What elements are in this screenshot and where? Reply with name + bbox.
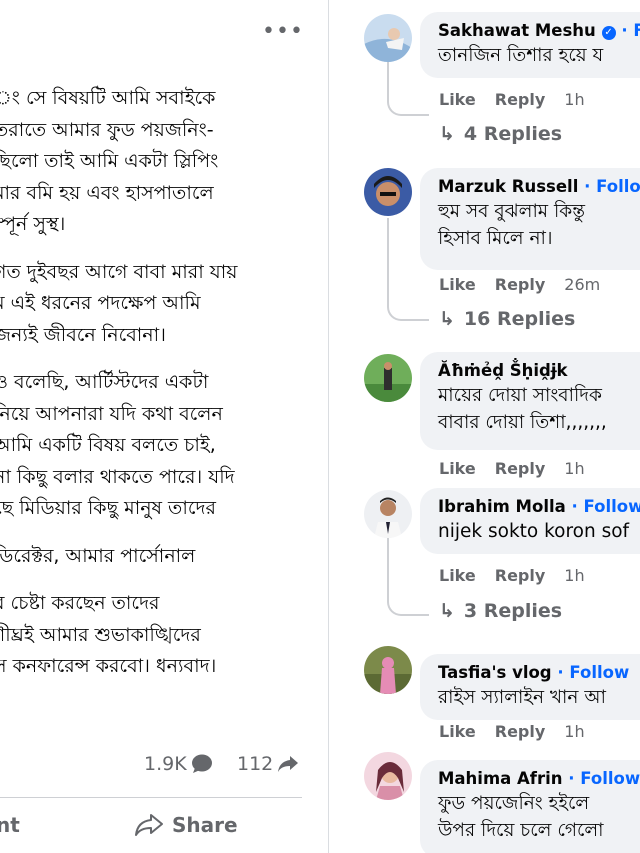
comment-action-label: nt [0, 813, 20, 837]
reply-arrow-icon: ↳ [439, 308, 455, 330]
follow-button[interactable]: Fo [633, 21, 640, 40]
comment-text: হিসাব মিলে না। [438, 228, 553, 249]
comment-text: রাইস স্যালাইন খান আ [438, 687, 606, 708]
comment-count[interactable]: 1.9K [144, 753, 213, 775]
comment-text: উপর দিয়ে চলে গেলো [438, 820, 604, 841]
verified-badge-icon: ✓ [601, 26, 616, 40]
comment-bubble: Ibrahim Molla · Follow nijek sokto koron… [420, 488, 640, 554]
comment-actions: Like Reply 1h [439, 90, 585, 109]
like-button[interactable]: Like [439, 275, 476, 294]
reply-button[interactable]: Reply [495, 459, 546, 478]
post-text-line: আমি একটি বিষয় বলতে চাই, [0, 434, 216, 456]
comment-actions: Like Reply 1h [439, 566, 585, 585]
share-action-label: Share [172, 813, 238, 837]
comment-actions: Like Reply 26m [439, 275, 600, 294]
avatar[interactable] [364, 490, 412, 538]
view-replies-button[interactable]: ↳ 3 Replies [439, 600, 562, 622]
reply-button[interactable]: Reply [495, 566, 546, 585]
avatar[interactable] [364, 752, 412, 800]
avatar[interactable] [364, 354, 412, 402]
post-text-line: গত দুইবছর আগে বাবা মারা যায় [0, 260, 238, 283]
view-replies-button[interactable]: ↳ 16 Replies [439, 308, 575, 330]
comment-bubble: Mahima Afrin · Follow ফুড পয়জেনিং হইলে … [420, 760, 640, 853]
comment-text: ফুড পয়জেনিং হইলে [438, 793, 590, 814]
commenter-name[interactable]: Marzuk Russell [438, 177, 578, 196]
post-text-line: নিয়ে আপনারা যদি কথা বলেন [0, 402, 223, 425]
comment-action-button[interactable]: nt [0, 813, 20, 837]
more-options-icon[interactable]: ••• [262, 21, 304, 43]
comment-actions: Like Reply 1h [439, 459, 585, 478]
reply-arrow-icon: ↳ [439, 600, 455, 622]
share-count-label: 112 [237, 753, 274, 775]
replies-count: 16 Replies [463, 308, 576, 330]
action-divider [0, 797, 302, 798]
post-text-line: ং সে বিষয়টি আমি সবাইকে [0, 87, 216, 109]
commenter-name[interactable]: Tasfia's vlog [438, 663, 552, 682]
commenter-name[interactable]: Sakhawat Meshu [438, 21, 596, 40]
post-stats: 1.9K 112 [0, 753, 328, 783]
comment-text: তানজিন তিশার হয়ে য [438, 45, 604, 66]
comment-bubble: Marzuk Russell · Follow হুম সব বুঝলাম কি… [420, 168, 640, 270]
like-button[interactable]: Like [439, 459, 476, 478]
share-action-button[interactable]: Share [134, 813, 238, 837]
like-button[interactable]: Like [439, 90, 476, 109]
commenter-name[interactable]: Ăħṁẻḓ Ṧḥiḓɉk [438, 361, 567, 380]
reply-arrow-icon: ↳ [439, 123, 455, 145]
follow-button[interactable]: Follow [584, 497, 640, 516]
comment-bubble-icon [191, 754, 212, 773]
reply-button[interactable]: Reply [495, 722, 546, 741]
share-count[interactable]: 112 [237, 753, 299, 775]
post-text-line: জন্যই জীবনে নিবোনা। [0, 323, 166, 346]
post-text-line: স কনফারেন্স করবো। ধন্যবাদ। [0, 655, 217, 677]
comment-bubble: Sakhawat Meshu ✓ · Fo তানজিন তিশার হয়ে … [420, 12, 640, 78]
commenter-name[interactable]: Mahima Afrin [438, 769, 563, 788]
post-text-line: র চেষ্টা করছেন তাদের [0, 592, 160, 614]
post-text-line: মার বমি হয় এবং হাসপাতালে [0, 181, 214, 204]
comment-text: হুম সব বুঝলাম কিন্তু [438, 201, 585, 222]
reply-button[interactable]: Reply [495, 275, 546, 294]
post-body: ং সে বিষয়টি আমি সবাইকে তরাতে আমার ফুড পয… [0, 83, 324, 683]
comment-actions: Like Reply 1h [439, 722, 585, 741]
post-text-line: তরাতে আমার ফুড পয়জনিং- [0, 118, 214, 141]
comment-text: মায়ের দোয়া সাংবাদিক [438, 385, 602, 406]
commenter-name[interactable]: Ibrahim Molla [438, 497, 566, 516]
share-arrow-icon [278, 756, 299, 772]
reply-thread-line [387, 62, 429, 116]
post-panel: ••• ং সে বিষয়টি আমি সবাইকে তরাতে আমার ফু… [0, 0, 329, 853]
post-text-line: ডিরেক্টর, আমার পার্সোনাল [0, 544, 196, 567]
like-button[interactable]: Like [439, 566, 476, 585]
post-text-line: শীঘ্রই আমার শুভাকাঙ্খিদের [0, 623, 201, 646]
comment-time[interactable]: 1h [564, 566, 584, 585]
comment-bubble: Tasfia's vlog · Follow রাইস স্যালাইন খান… [420, 654, 640, 720]
avatar[interactable] [364, 14, 412, 62]
post-text-line: ছিলো তাই আমি একটা স্লিপিং [0, 150, 219, 172]
post-text-line: ছে মিডিয়ার কিছু মানুষ তাদের [0, 497, 216, 519]
reply-thread-line [387, 218, 429, 321]
post-text-line: না কিছু বলার থাকতে পারে। যদি [0, 465, 235, 488]
post-text-line: ও বলেছি, আর্টিস্টদের একটা [0, 371, 209, 393]
post-text-line: ম এই ধরনের পদক্ষেপ আমি [0, 292, 201, 314]
comment-text: nijek sokto koron sof [438, 521, 630, 542]
comment-count-label: 1.9K [144, 753, 187, 775]
replies-count: 3 Replies [463, 600, 563, 622]
avatar[interactable] [364, 168, 412, 216]
follow-button[interactable]: Follow [569, 663, 629, 682]
avatar[interactable] [364, 646, 412, 694]
replies-count: 4 Replies [463, 123, 563, 145]
comment-bubble: Ăħṁẻḓ Ṧḥiḓɉk মায়ের দোয়া সাংবাদিক বাবার… [420, 352, 640, 450]
reply-thread-line [387, 538, 429, 616]
comment-time[interactable]: 1h [564, 90, 584, 109]
follow-button[interactable]: Follow [596, 177, 640, 196]
like-button[interactable]: Like [439, 722, 476, 741]
comment-time[interactable]: 1h [564, 459, 584, 478]
post-text-line: ম্পূর্ন সুস্থ। [0, 213, 66, 235]
view-replies-button[interactable]: ↳ 4 Replies [439, 123, 562, 145]
reply-button[interactable]: Reply [495, 90, 546, 109]
share-icon [135, 814, 163, 836]
comment-time[interactable]: 26m [564, 275, 600, 294]
follow-button[interactable]: Follow [580, 769, 640, 788]
comments-panel: Sakhawat Meshu ✓ · Fo তানজিন তিশার হয়ে … [329, 0, 640, 853]
comment-text: বাবার দোয়া তিশা,,,,,,, [438, 412, 607, 433]
comment-time[interactable]: 1h [564, 722, 584, 741]
